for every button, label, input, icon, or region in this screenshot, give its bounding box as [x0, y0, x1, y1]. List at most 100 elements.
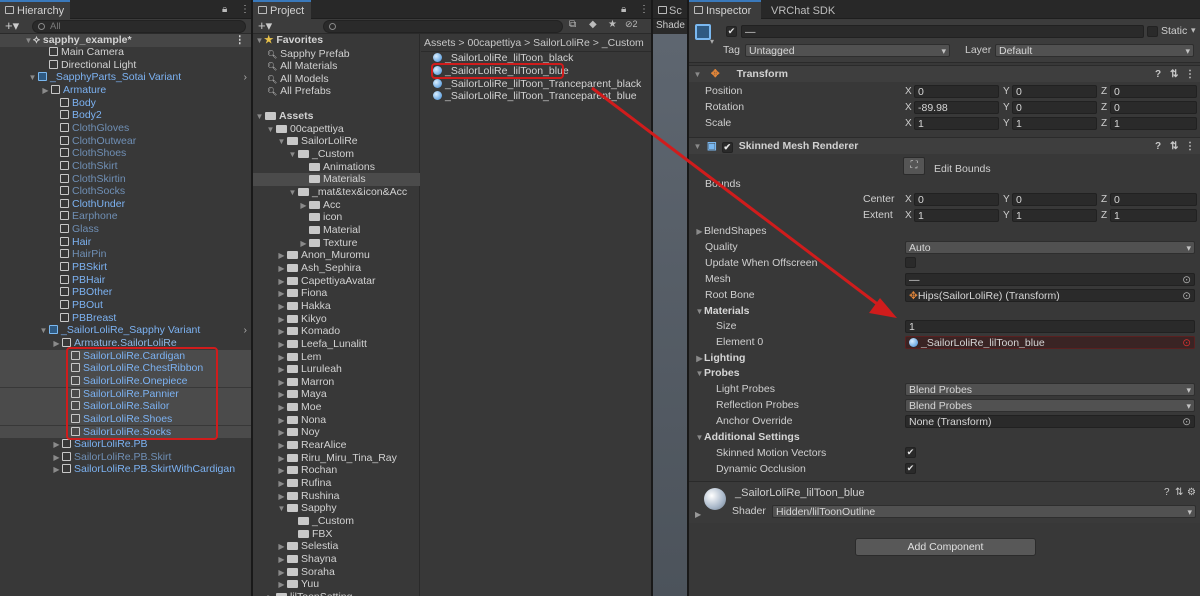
asset-folder-item[interactable]: ▼ _Custom [253, 148, 420, 161]
hierarchy-item[interactable]: Hair [0, 236, 251, 249]
hierarchy-item[interactable]: Directional Light [0, 59, 251, 72]
center-z-field[interactable]: 0 [1110, 193, 1197, 206]
asset-folder-item[interactable]: ▼ _mat&tex&icon&Acc [253, 186, 420, 199]
label-tag-icon[interactable]: ◆ [589, 19, 597, 30]
asset-folder-item[interactable]: ▶ Soraha [253, 566, 420, 579]
asset-folder-item[interactable]: icon [253, 211, 420, 224]
light-probes-dropdown[interactable]: Blend Probes [905, 383, 1195, 396]
object-name-field[interactable]: — [741, 25, 1144, 38]
axis-y-label[interactable]: Y [1003, 85, 1010, 98]
favorite-item[interactable]: 🔍︎ Sapphy Prefab [267, 48, 350, 61]
expand-arrow-icon[interactable]: ▼ [255, 35, 264, 48]
hierarchy-item[interactable]: ClothGloves [0, 122, 251, 135]
shade-label[interactable]: Shade [656, 20, 685, 31]
edit-bounds-button[interactable]: ⛶ [903, 157, 925, 175]
axis-z-label[interactable]: Z [1101, 209, 1107, 222]
axis-x-label[interactable]: X [905, 117, 912, 130]
probes-foldout[interactable]: ▼Probes [695, 366, 740, 380]
hierarchy-search-input[interactable]: All [32, 20, 246, 33]
rotation-x-field[interactable]: -89.98 [914, 101, 999, 114]
static-dropdown-icon[interactable]: ▾ [1191, 25, 1196, 36]
project-search-input[interactable] [323, 20, 563, 33]
collapse-arrow-icon[interactable]: ▼ [693, 66, 702, 83]
add-component-button[interactable]: Add Component [855, 538, 1036, 556]
position-y-field[interactable]: 0 [1012, 85, 1097, 98]
axis-y-label[interactable]: Y [1003, 117, 1010, 130]
tag-dropdown[interactable]: Untagged [745, 44, 950, 57]
favorite-item[interactable]: 🔍︎ All Prefabs [267, 85, 331, 98]
layer-dropdown[interactable]: Default [995, 44, 1194, 57]
hidden-packages-icon[interactable]: ⊘2 [625, 19, 638, 30]
material-file-item[interactable]: _SailorLoliRe_lilToon_Tranceparent_blue [433, 90, 637, 103]
tab-project[interactable]: Project [253, 0, 311, 19]
scale-z-field[interactable]: 1 [1110, 117, 1197, 130]
tab-hierarchy[interactable]: Hierarchy [0, 0, 70, 19]
center-x-field[interactable]: 0 [914, 193, 999, 206]
component-menu-icon[interactable]: ⋮ [1185, 66, 1195, 83]
breadcrumb-item[interactable]: 00capettiya [467, 37, 521, 49]
hierarchy-item[interactable]: Main Camera [0, 46, 251, 59]
asset-folder-item[interactable]: ▶ Riru_Miru_Tina_Ray [253, 452, 420, 465]
scale-y-field[interactable]: 1 [1012, 117, 1097, 130]
scene-view[interactable] [653, 34, 687, 596]
help-icon[interactable]: ? [1164, 487, 1170, 498]
axis-y-label[interactable]: Y [1003, 193, 1010, 206]
open-prefab-icon[interactable]: › [244, 324, 248, 337]
asset-folder-item[interactable]: ▶ Anon_Muromu [253, 249, 420, 262]
collapse-arrow-icon[interactable]: ▼ [695, 367, 704, 381]
axis-z-label[interactable]: Z [1101, 101, 1107, 114]
tab-inspector[interactable]: Inspector [689, 0, 761, 19]
axis-y-label[interactable]: Y [1003, 209, 1010, 222]
dropdown-icon[interactable]: ▾ [710, 37, 714, 46]
hierarchy-item[interactable]: PBSkirt [0, 261, 251, 274]
rotation-y-field[interactable]: 0 [1012, 101, 1097, 114]
object-picker-icon[interactable]: ⊙ [1182, 274, 1191, 285]
hierarchy-item[interactable]: ClothUnder [0, 198, 251, 211]
material-file-item[interactable]: _SailorLoliRe_lilToon_Tranceparent_black [433, 78, 641, 91]
filter-type-icon[interactable]: ⧉ [569, 19, 576, 30]
asset-folder-item[interactable]: ▼ Sapphy [253, 502, 420, 515]
expand-arrow-icon[interactable]: ▶ [695, 352, 704, 366]
scene-row[interactable]: ▼⟡ sapphy_example* ⋮ [0, 34, 251, 47]
breadcrumb-item[interactable]: _Custom [602, 37, 644, 49]
quality-dropdown[interactable]: Auto [905, 241, 1195, 254]
preset-icon[interactable]: ⇅ [1170, 138, 1178, 155]
assets-header[interactable]: ▼ Assets [253, 110, 314, 123]
lock-icon[interactable]: 🔒︎ [621, 0, 626, 19]
add-icon[interactable]: +▾ [5, 19, 19, 33]
reflection-probes-dropdown[interactable]: Blend Probes [905, 399, 1195, 412]
favorite-star-icon[interactable]: ★ [608, 19, 617, 30]
asset-folder-item[interactable]: ▶ Nona [253, 414, 420, 427]
favorite-item[interactable]: 🔍︎ All Models [267, 73, 329, 86]
expand-arrow-icon[interactable]: ▶ [52, 464, 61, 477]
axis-x-label[interactable]: X [905, 101, 912, 114]
help-icon[interactable]: ? [1155, 138, 1161, 155]
asset-folder-item[interactable]: ▼ SailorLoliRe [253, 135, 420, 148]
asset-folder-item[interactable]: ▶ Komado [253, 325, 420, 338]
asset-folder-item[interactable]: ▶ CapettiyaAvatar [253, 275, 420, 288]
size-field[interactable]: 1 [905, 320, 1195, 333]
hierarchy-item[interactable]: ClothShoes [0, 147, 251, 160]
axis-z-label[interactable]: Z [1101, 85, 1107, 98]
hierarchy-item[interactable]: ClothSkirt [0, 160, 251, 173]
scale-x-field[interactable]: 1 [914, 117, 999, 130]
tab-scene[interactable]: Sc [653, 0, 687, 19]
scene-menu-icon[interactable]: ⋮ [235, 34, 246, 47]
hierarchy-item[interactable]: ▶ SailorLoliRe.PB.Skirt [0, 451, 251, 464]
asset-folder-item[interactable]: FBX [253, 528, 420, 541]
breadcrumb-item[interactable]: SailorLoliRe [533, 37, 590, 49]
hierarchy-item[interactable]: ClothOutwear [0, 135, 251, 148]
asset-folder-item[interactable]: Animations [253, 161, 420, 174]
rotation-z-field[interactable]: 0 [1110, 101, 1197, 114]
active-checkbox[interactable]: ✔ [726, 26, 737, 37]
hierarchy-item[interactable]: Glass [0, 223, 251, 236]
skinned-motion-checkbox[interactable]: ✔ [905, 447, 916, 458]
hierarchy-item[interactable]: ▶ SailorLoliRe.PB [0, 438, 251, 451]
asset-folder-item[interactable]: ▶ Texture [253, 237, 420, 250]
help-icon[interactable]: ? [1155, 66, 1161, 83]
hierarchy-item[interactable]: Earphone [0, 210, 251, 223]
axis-y-label[interactable]: Y [1003, 101, 1010, 114]
extent-x-field[interactable]: 1 [914, 209, 999, 222]
hierarchy-item[interactable]: Body2 [0, 109, 251, 122]
preset-icon[interactable]: ⇅ [1175, 487, 1183, 498]
